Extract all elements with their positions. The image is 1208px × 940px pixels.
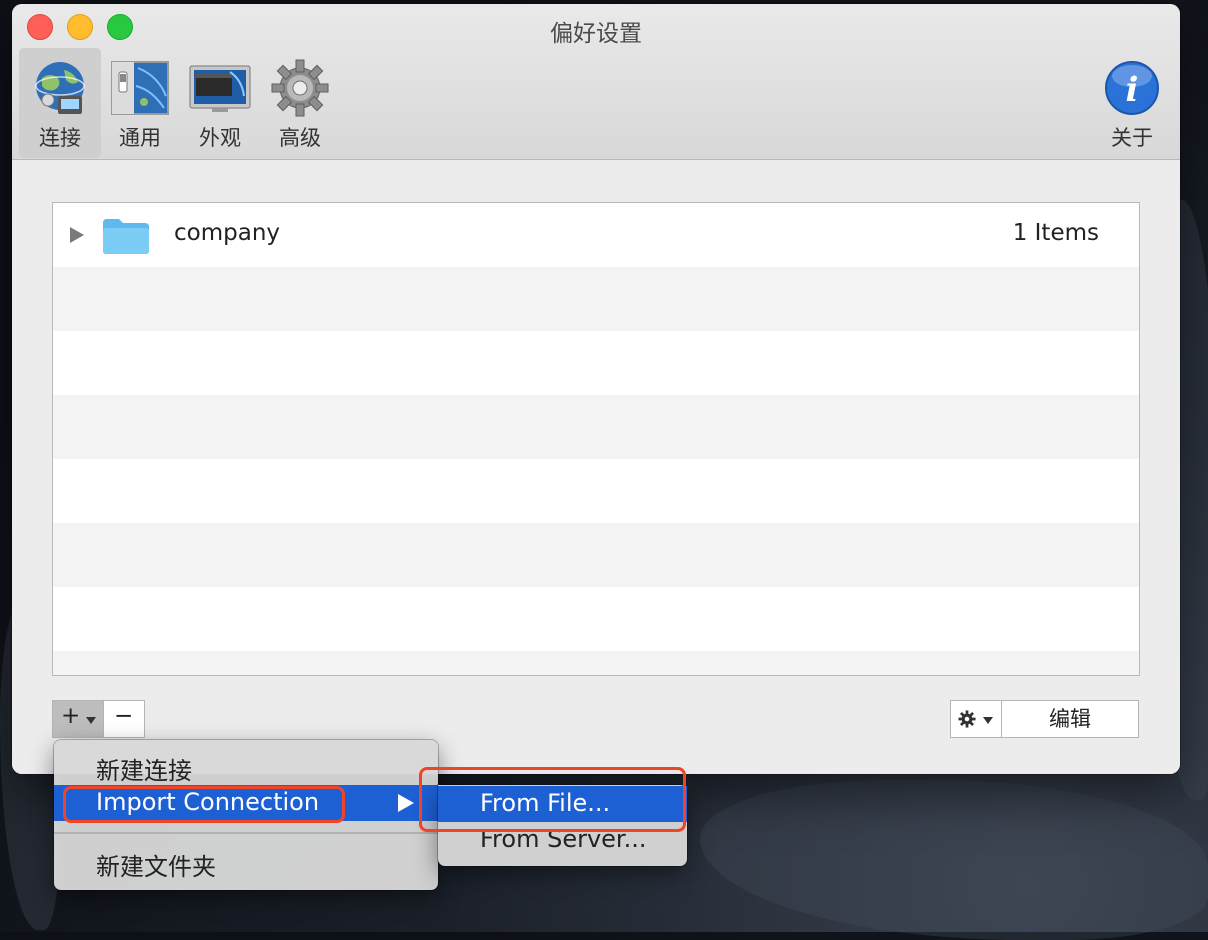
edit-button-label: 编辑 (1049, 707, 1091, 731)
item-count: 1 Items (1012, 220, 1099, 246)
toolbar-tab-appearance[interactable]: 外观 (179, 48, 261, 158)
toolbar-label: 通用 (119, 126, 161, 150)
toolbar-tab-connection[interactable]: 连接 (19, 48, 101, 158)
connection-list[interactable]: company 1 Items (52, 202, 1140, 676)
folder-name: company (174, 220, 281, 246)
toolbar-label: 高级 (279, 126, 321, 150)
empty-row (53, 331, 1139, 395)
empty-row (53, 267, 1139, 331)
toolbar-about[interactable]: i 关于 (1091, 48, 1173, 158)
toolbar-label: 外观 (199, 126, 241, 150)
annotation-highlight-box (63, 786, 345, 823)
minus-icon: − (114, 703, 134, 729)
svg-text:i: i (1126, 70, 1139, 110)
network-globe-icon (35, 62, 85, 114)
empty-row (53, 651, 1139, 675)
chevron-down-icon (983, 717, 993, 724)
action-menu-button[interactable] (950, 700, 1002, 738)
plus-icon: + (61, 703, 81, 729)
chevron-down-icon (86, 717, 96, 724)
menu-item-new-connection[interactable]: 新建连接 (54, 748, 438, 785)
display-monitor-icon (189, 65, 251, 112)
preferences-window: 偏好设置 连接 通用 外观 高级 i 关于 company 1 Items + … (12, 4, 1180, 774)
add-button[interactable]: + (52, 700, 104, 738)
gear-icon (958, 710, 976, 728)
folder-icon (103, 219, 149, 254)
toolbar-tab-general[interactable]: 通用 (99, 48, 181, 158)
gear-icon (271, 59, 329, 117)
edit-button[interactable]: 编辑 (1001, 700, 1139, 738)
list-item[interactable]: company 1 Items (53, 203, 1139, 267)
menu-item-new-folder[interactable]: 新建文件夹 (54, 844, 438, 881)
connections-pane: company 1 Items + − 编辑 (12, 160, 1180, 774)
submenu-arrow-icon (398, 794, 414, 812)
toolbar-label: 连接 (39, 126, 81, 150)
window-title: 偏好设置 (550, 21, 642, 47)
info-icon: i (1105, 61, 1159, 115)
toolbar-tab-advanced[interactable]: 高级 (259, 48, 341, 158)
switch-panel-icon (111, 61, 169, 115)
empty-row (53, 523, 1139, 587)
disclosure-triangle-icon[interactable] (70, 227, 84, 243)
titlebar: 偏好设置 连接 通用 外观 高级 i 关于 (12, 4, 1180, 160)
desktop-background (700, 780, 1208, 940)
empty-row (53, 587, 1139, 651)
remove-button[interactable]: − (103, 700, 145, 738)
empty-row (53, 459, 1139, 523)
empty-row (53, 395, 1139, 459)
toolbar-label: 关于 (1111, 126, 1153, 150)
annotation-highlight-box (419, 767, 686, 832)
menu-separator (54, 832, 438, 834)
